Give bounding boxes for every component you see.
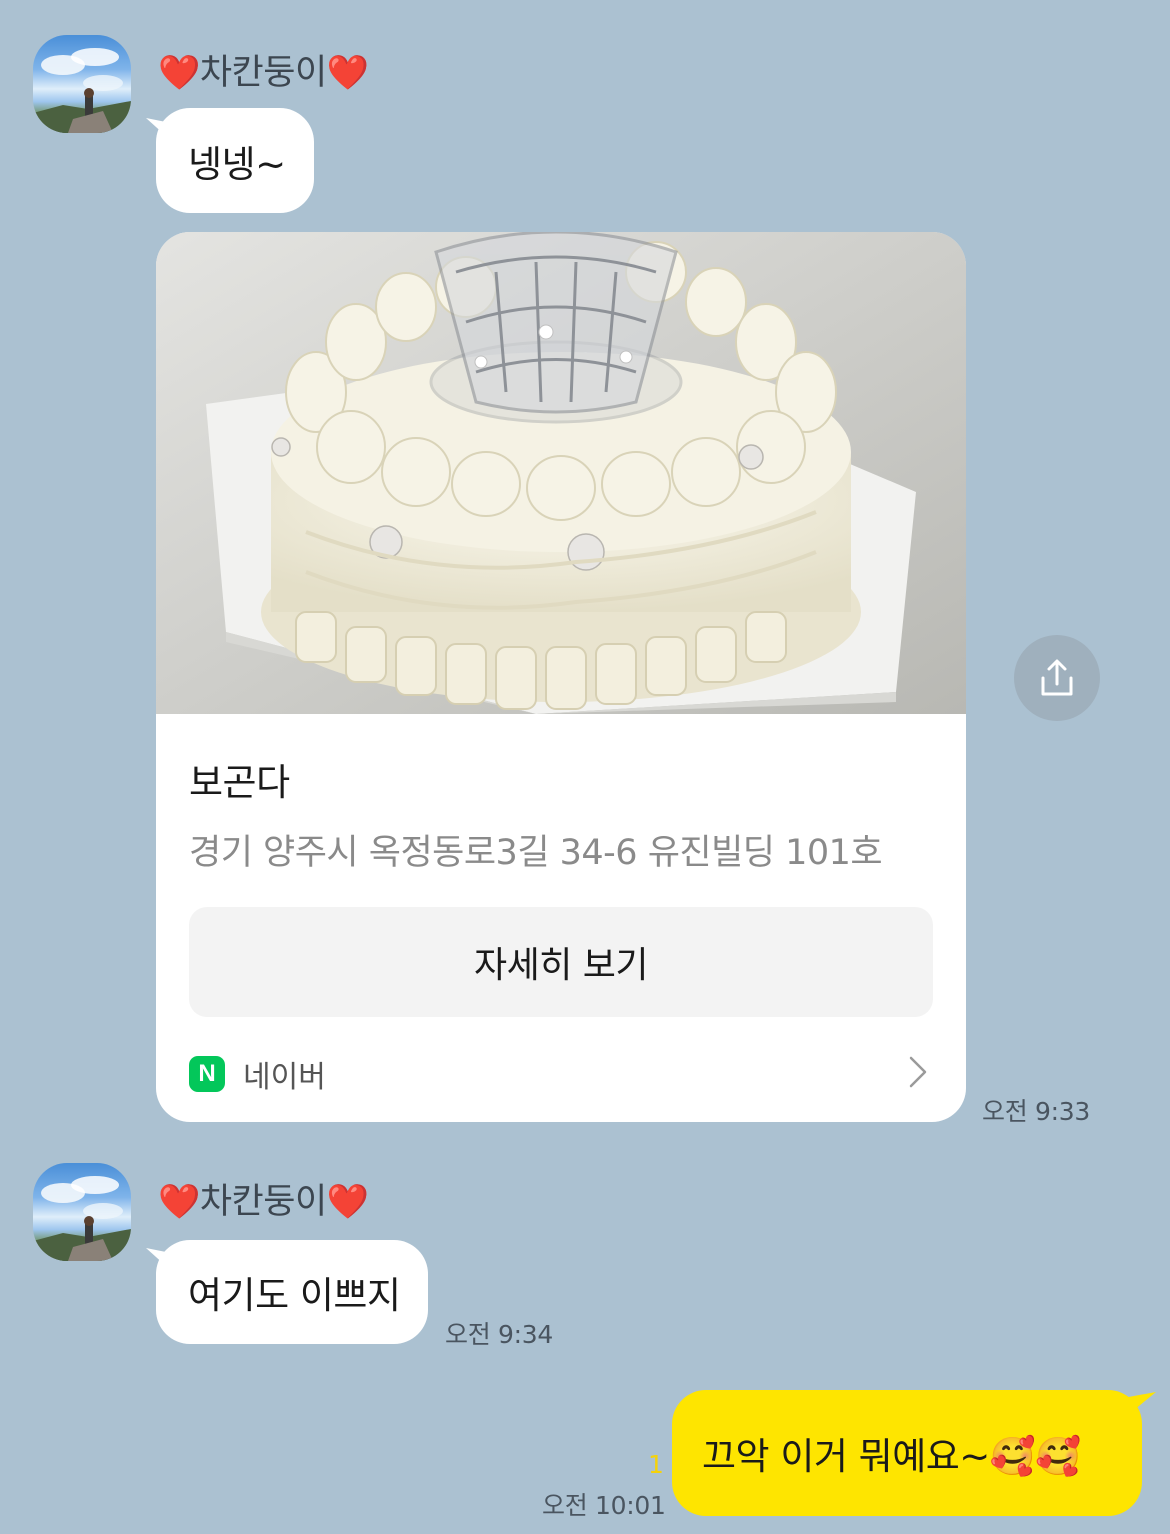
detail-view-button[interactable]: 자세히 보기 [189,907,933,1017]
message-bubble[interactable]: 넹넹~ [156,108,314,213]
card-title: 보곤다 [189,761,290,804]
card-source-label: 네이버 [243,1060,326,1095]
sender-name-row: ❤️차칸둥이❤️ [158,44,369,95]
heart-icon: ❤️ [326,53,369,93]
message-text: 넹넹~ [188,142,286,186]
share-icon [1041,659,1073,696]
chevron-right-icon[interactable] [906,1054,930,1094]
message-time: 오전 10:01 [542,1491,666,1520]
link-card[interactable]: 보곤다 경기 양주시 옥정동로3길 34-6 유진빌딩 101호 자세히 보기 … [156,232,966,1122]
heart-icon: ❤️ [326,1182,369,1222]
message-time: 오전 9:34 [445,1320,553,1349]
card-cake-image[interactable] [156,232,966,714]
share-button[interactable] [1014,635,1100,721]
message-bubble[interactable]: 여기도 이쁘지 [156,1240,428,1344]
detail-view-button-label: 자세히 보기 [473,945,649,986]
heart-icon: ❤️ [158,1182,200,1222]
card-address: 경기 양주시 옥정동로3길 34-6 유진빌딩 101호 [189,833,883,873]
card-source-row[interactable]: N 네이버 [189,1052,326,1096]
sender-avatar[interactable] [33,35,131,133]
message-text: 끄악 이거 뭐예요~🥰🥰 [702,1435,1081,1478]
naver-logo-icon: N [189,1056,225,1092]
sender-name-row: ❤️차칸둥이❤️ [158,1173,369,1224]
heart-icon: ❤️ [158,53,200,93]
message-time: 오전 9:33 [982,1097,1090,1126]
sender-name: 차칸둥이 [199,1182,327,1222]
message-text: 여기도 이쁘지 [188,1274,401,1317]
unread-count: 1 [648,1450,664,1479]
sender-name: 차칸둥이 [199,53,327,93]
sender-avatar[interactable] [33,1163,131,1261]
my-message-bubble[interactable]: 끄악 이거 뭐예요~🥰🥰 [672,1390,1142,1516]
